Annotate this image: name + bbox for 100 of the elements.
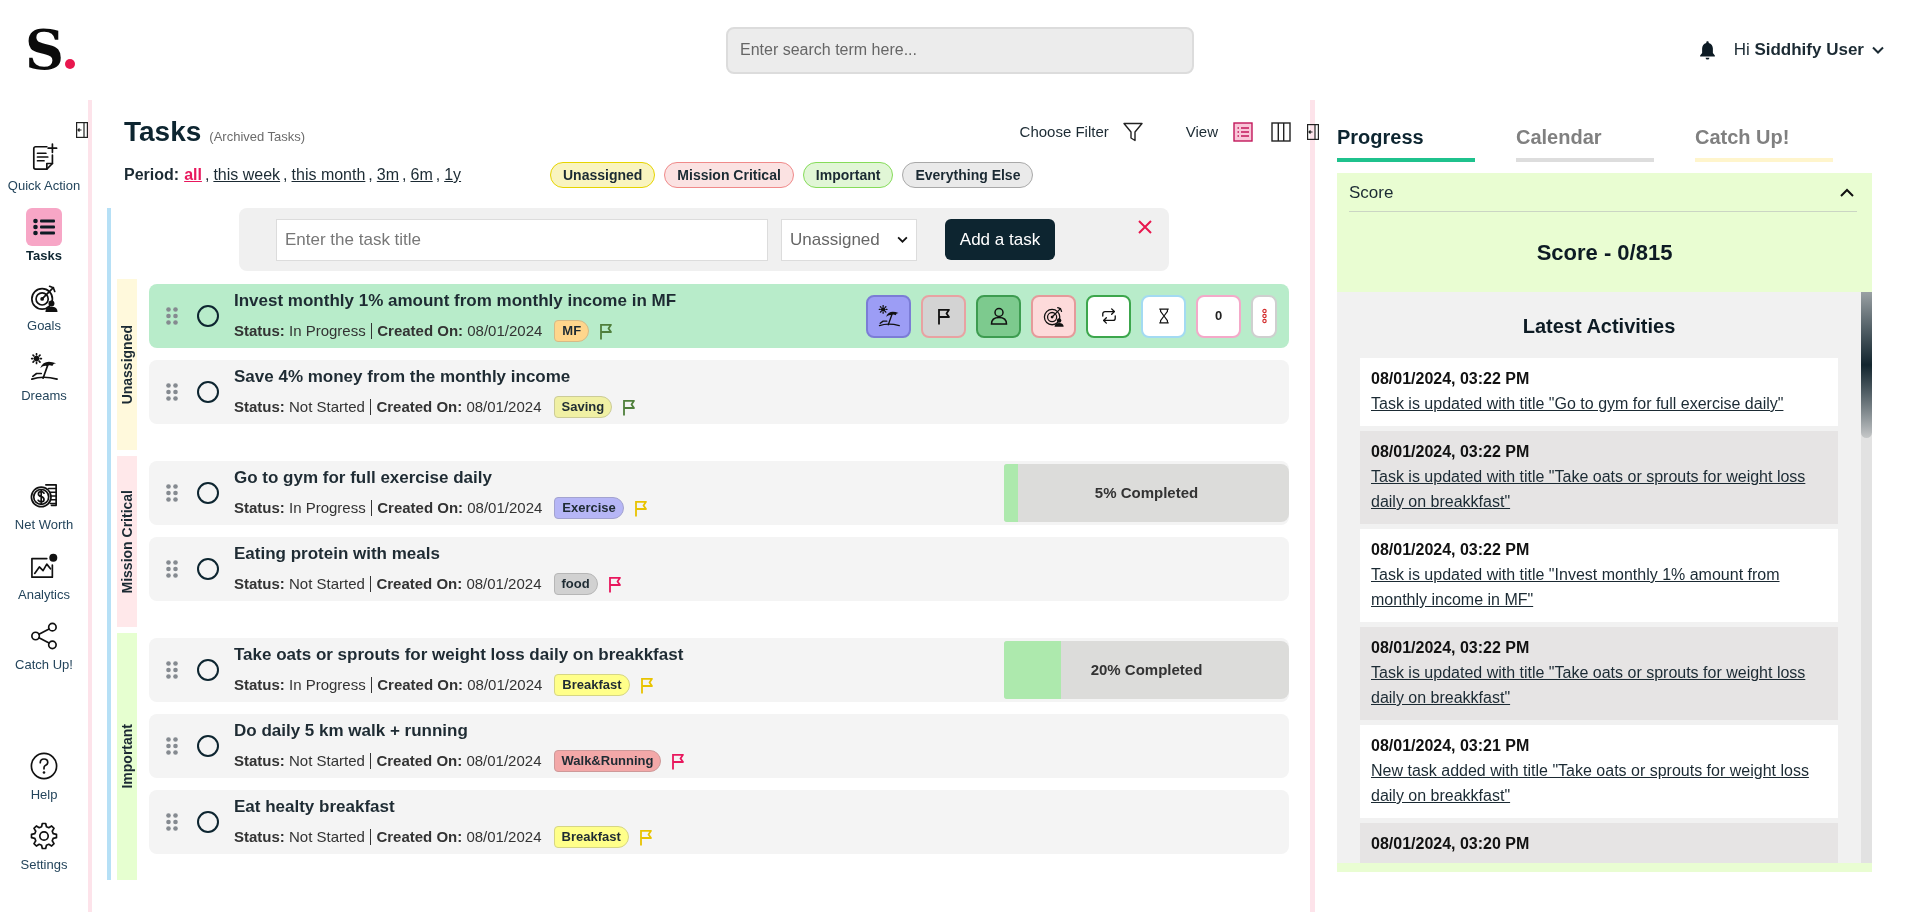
- columns-icon[interactable]: [1271, 122, 1291, 142]
- period-link[interactable]: 6m: [410, 163, 433, 187]
- logo-dot-icon: [65, 59, 75, 69]
- comma-separator: ,: [368, 165, 373, 185]
- flag-button[interactable]: [921, 294, 966, 338]
- task-status: Status: In Progress: [234, 321, 366, 341]
- category-chip[interactable]: Mission Critical: [664, 162, 794, 188]
- activity-link[interactable]: Task is updated with title "Take oats or sprouts for weight loss daily on breakkfast": [1371, 464, 1827, 514]
- hourglass-icon: [1157, 308, 1170, 324]
- flag-icon[interactable]: [599, 322, 614, 340]
- task-row[interactable]: Eating protein with meals Status: Not Started Created On: 08/01/2024 food: [149, 537, 1289, 601]
- sidebar-nav-item[interactable]: Catch Up!: [0, 617, 88, 673]
- target-icon: [1043, 305, 1064, 327]
- sidebar-nav-item[interactable]: Goals: [0, 278, 88, 334]
- task-row[interactable]: Do daily 5 km walk + running Status: Not Started Created On: 08/01/2024 Walk&Running: [149, 714, 1289, 778]
- timer-button[interactable]: [1141, 294, 1186, 338]
- comma-separator: ,: [204, 165, 210, 185]
- logo[interactable]: S: [25, 27, 64, 73]
- category-chip[interactable]: Everything Else: [902, 162, 1034, 188]
- close-icon[interactable]: [1138, 220, 1152, 234]
- count-button[interactable]: 0: [1196, 294, 1241, 338]
- task-row[interactable]: Go to gym for full exercise daily Status: In Progress Created On: 08/01/2024 Exercise 5% Completed: [149, 461, 1289, 525]
- activity-link[interactable]: Task is updated with title "Take oats or sprouts for weight loss daily on breakkfast": [1371, 660, 1827, 710]
- note-plus-icon: [30, 143, 58, 171]
- drag-handle-icon[interactable]: [166, 484, 178, 502]
- dream-button[interactable]: [866, 294, 911, 338]
- panel-tab[interactable]: Calendar: [1516, 125, 1654, 162]
- repeat-button[interactable]: [1086, 294, 1131, 338]
- sidebar-nav-item[interactable]: Help: [0, 747, 88, 803]
- drag-handle-icon[interactable]: [166, 737, 178, 755]
- task-checkbox[interactable]: [197, 558, 219, 580]
- more-button[interactable]: [1251, 294, 1277, 338]
- period-link[interactable]: this week: [213, 163, 281, 187]
- sidebar-nav-item[interactable]: Settings: [0, 817, 88, 873]
- search-field[interactable]: Enter search term here...: [726, 26, 1194, 74]
- task-checkbox[interactable]: [197, 305, 219, 327]
- task-status: Status: In Progress: [234, 498, 366, 518]
- task-row[interactable]: Eat healty breakfast Status: Not Started Created On: 08/01/2024 Breakfast: [149, 790, 1289, 854]
- task-title: Invest monthly 1% amount from monthly income in MF: [234, 290, 677, 312]
- drag-handle-icon[interactable]: [166, 307, 178, 325]
- category-chip[interactable]: Important: [802, 162, 894, 188]
- panel-collapse-icon[interactable]: [1307, 124, 1319, 140]
- progress-label: 5% Completed: [1094, 482, 1199, 503]
- group-label: Mission Critical: [117, 456, 137, 627]
- sidebar-nav-item[interactable]: Net Worth: [0, 477, 88, 533]
- sidebar-nav-item[interactable]: Tasks: [0, 208, 88, 264]
- task-status: Status: Not Started: [234, 751, 365, 771]
- activity-link[interactable]: Task is updated with title "Invest monthly 1% amount from monthly income in MF": [1371, 562, 1827, 612]
- category-chip[interactable]: Unassigned: [550, 162, 656, 188]
- flag-icon[interactable]: [607, 575, 622, 593]
- category-select[interactable]: Unassigned: [781, 218, 917, 261]
- task-checkbox[interactable]: [197, 811, 219, 833]
- assign-button[interactable]: [976, 294, 1021, 338]
- task-checkbox[interactable]: [197, 381, 219, 403]
- drag-handle-icon[interactable]: [166, 661, 178, 679]
- task-row[interactable]: Invest monthly 1% amount from monthly income in MF Status: In Progress Created On: 08/01/2024 MF 0: [149, 284, 1289, 348]
- user-menu-button[interactable]: Hi Siddhify User: [1733, 37, 1884, 63]
- group-label: Important: [117, 633, 137, 880]
- task-tag: Breakfast: [554, 674, 630, 696]
- task-title: Eating protein with meals: [234, 543, 441, 565]
- activity-link[interactable]: Task is updated with title "Go to gym for full exercise daily": [1371, 391, 1827, 416]
- panel-collapse-icon[interactable]: [76, 122, 88, 138]
- period-link[interactable]: 1y: [444, 163, 462, 187]
- task-checkbox[interactable]: [197, 659, 219, 681]
- task-status: Status: Not Started: [234, 827, 365, 847]
- flag-icon[interactable]: [671, 752, 686, 770]
- scrollbar-thumb[interactable]: [1861, 292, 1872, 438]
- bell-icon[interactable]: [1698, 40, 1716, 60]
- archived-tasks-link[interactable]: (Archived Tasks): [209, 127, 306, 147]
- sidebar-nav-item[interactable]: Quick Action: [0, 138, 88, 194]
- drag-handle-icon[interactable]: [166, 813, 178, 831]
- task-row[interactable]: Take oats or sprouts for weight loss daily on breakkfast Status: In Progress Created On: 08/01/2024 Breakfast 20% Completed: [149, 638, 1289, 702]
- task-checkbox[interactable]: [197, 482, 219, 504]
- sidebar-nav-item[interactable]: Analytics: [0, 547, 88, 603]
- period-link[interactable]: all: [184, 163, 202, 187]
- panel-tab[interactable]: Progress: [1337, 125, 1475, 162]
- task-row[interactable]: Save 4% money from the monthly income Status: Not Started Created On: 08/01/2024 Saving: [149, 360, 1289, 424]
- add-task-button[interactable]: Add a task: [945, 219, 1055, 260]
- chevron-up-icon[interactable]: [1840, 188, 1854, 197]
- line-chart-icon: [30, 553, 58, 579]
- filter-button[interactable]: Choose Filter: [1019, 120, 1143, 144]
- activity-time: 08/01/2024, 03:22 PM: [1371, 540, 1531, 560]
- settings-icon: [30, 822, 58, 850]
- task-title-input[interactable]: Enter the task title: [276, 218, 768, 261]
- section-title: Latest Activities: [1522, 314, 1676, 338]
- help-icon: [30, 752, 58, 780]
- drag-handle-icon[interactable]: [166, 560, 178, 578]
- panel-tab[interactable]: Catch Up!: [1695, 125, 1833, 162]
- sidebar-nav-item[interactable]: Dreams: [0, 348, 88, 404]
- goal-button[interactable]: [1031, 294, 1076, 338]
- period-link[interactable]: this month: [291, 163, 366, 187]
- list-icon: [26, 208, 62, 246]
- flag-icon[interactable]: [622, 398, 637, 416]
- page-title: Tasks: [124, 115, 202, 149]
- task-title: Do daily 5 km walk + running: [234, 720, 469, 742]
- activity-link[interactable]: New task added with title "Take oats or sprouts for weight loss daily on breakkfast": [1371, 758, 1827, 808]
- period-link[interactable]: 3m: [376, 163, 400, 187]
- list-view-icon[interactable]: [1233, 122, 1253, 142]
- task-checkbox[interactable]: [197, 735, 219, 757]
- drag-handle-icon[interactable]: [166, 383, 178, 401]
